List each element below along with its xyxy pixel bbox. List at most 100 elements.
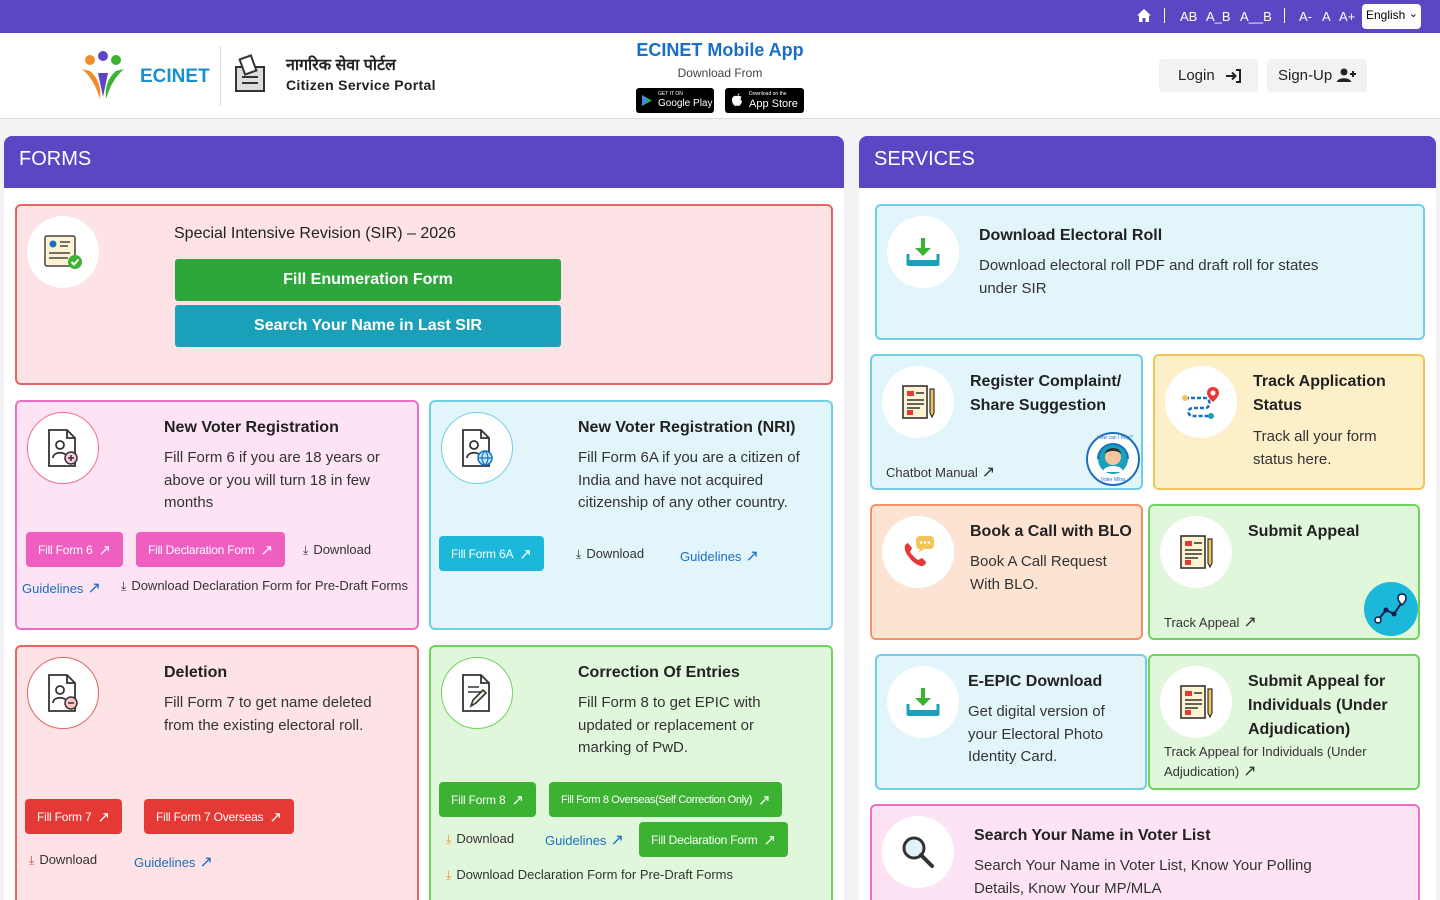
- search-voter-list-card[interactable]: Search Your Name in Voter List Search Yo…: [870, 804, 1420, 900]
- fill-form-7-overseas-button[interactable]: Fill Form 7 Overseas ↗: [144, 799, 294, 834]
- app-store-badge[interactable]: Download on the App Store: [725, 88, 804, 113]
- login-label: Login: [1178, 67, 1215, 84]
- voter-mitra-badge-top: How can I help?: [1097, 435, 1133, 441]
- arrow-up-right-icon: ↗: [199, 854, 213, 871]
- language-select[interactable]: English ⌄: [1362, 4, 1421, 29]
- download-icon: ⤓: [446, 832, 452, 846]
- new-voter-title: New Voter Registration: [164, 419, 339, 436]
- login-button[interactable]: Login: [1159, 59, 1258, 92]
- guidelines-form-8-link[interactable]: Guidelines ↗: [545, 830, 624, 850]
- fill-form-8-overseas-label: Fill Form 8 Overseas(Self Correction Onl…: [561, 793, 753, 806]
- separator: [1164, 8, 1165, 23]
- download-declaration-label: Download Declaration Form for Pre-Draft …: [456, 867, 734, 882]
- mobile-app-title: ECINET Mobile App: [636, 40, 804, 60]
- track-application-card[interactable]: Track Application Status Track all your …: [1153, 354, 1425, 490]
- complaint-title: Register Complaint/ Share Suggestion: [970, 373, 1122, 414]
- fill-form-6-button[interactable]: Fill Form 6 ↗: [26, 532, 123, 567]
- google-play-small-text: GET IT ON: [658, 91, 683, 97]
- arrow-up-right-icon: ↗: [269, 808, 282, 826]
- nri-description: Fill Form 6A if you are a citizen of Ind…: [578, 449, 800, 511]
- nri-icon-circle: [441, 412, 513, 484]
- chatbot-manual-label: Chatbot Manual: [886, 465, 978, 480]
- download-form-6a-link[interactable]: ⤓ Download: [576, 546, 644, 562]
- phone-chat-icon: [904, 536, 934, 566]
- search-name-sir-button[interactable]: Search Your Name in Last SIR: [175, 305, 561, 347]
- guidelines-label: Guidelines: [134, 855, 196, 870]
- home-icon[interactable]: [1136, 8, 1152, 26]
- deletion-description: Fill Form 7 to get name deleted from the…: [164, 694, 372, 734]
- google-play-badge[interactable]: GET IT ON Google Play: [636, 88, 714, 113]
- appeal-individuals-title: Submit Appeal for Individuals (Under Adj…: [1248, 673, 1388, 738]
- fill-form-6a-button[interactable]: Fill Form 6A ↗: [439, 536, 544, 571]
- app-store-small-text: Download on the: [749, 91, 787, 97]
- guidelines-form-7-link[interactable]: Guidelines ↗: [134, 852, 213, 872]
- download-electoral-roll-card[interactable]: Download Electoral Roll Download elector…: [875, 204, 1425, 340]
- font-a-b-button[interactable]: A_B: [1206, 9, 1231, 24]
- book-call-blo-card[interactable]: Book a Call with BLO Book A Call Request…: [870, 504, 1143, 640]
- track-description: Track all your form status here.: [1253, 428, 1377, 468]
- arrow-up-right-icon: ↗: [610, 832, 624, 849]
- new-voter-icon-circle: [27, 412, 99, 484]
- electoral-roll-title: Download Electoral Roll: [979, 227, 1163, 244]
- fill-form-8-button[interactable]: Fill Form 8 ↗: [439, 782, 536, 817]
- fill-form-8-label: Fill Form 8: [451, 792, 506, 807]
- fill-form-7-button[interactable]: Fill Form 7 ↗: [25, 799, 122, 834]
- voter-card-check-icon: [44, 235, 82, 269]
- track-appeal-link[interactable]: Track Appeal ↗: [1164, 612, 1257, 632]
- fill-declaration-form-label: Fill Declaration Form: [651, 832, 758, 847]
- track-appeal-individuals-link[interactable]: Track Appeal for Individuals (Under Adju…: [1164, 742, 1384, 782]
- download-declaration-label: Download Declaration Form for Pre-Draft …: [131, 578, 409, 593]
- arrow-up-right-icon: ↗: [1243, 763, 1257, 780]
- font-decrease-button[interactable]: A-: [1299, 9, 1312, 24]
- correction-card: Correction Of Entries Fill Form 8 to get…: [429, 645, 833, 900]
- download-tray-icon: [906, 238, 940, 266]
- fill-form-7-overseas-label: Fill Form 7 Overseas: [156, 809, 264, 824]
- guidelines-form-6a-link[interactable]: Guidelines ↗: [680, 546, 759, 566]
- fill-enumeration-form-button[interactable]: Fill Enumeration Form: [175, 259, 561, 301]
- submit-appeal-individuals-card[interactable]: Submit Appeal for Individuals (Under Adj…: [1148, 654, 1420, 790]
- submit-appeal-card[interactable]: Submit Appeal Track Appeal ↗: [1148, 504, 1420, 640]
- appeal-icon-circle: [1160, 516, 1232, 588]
- signup-button[interactable]: Sign-Up: [1267, 59, 1367, 92]
- font-normal-button[interactable]: A: [1322, 9, 1331, 24]
- fill-form-8-overseas-button[interactable]: Fill Form 8 Overseas(Self Correction Onl…: [549, 782, 783, 817]
- nri-voter-card: New Voter Registration (NRI) Fill Form 6…: [429, 400, 833, 630]
- download-form-6-link[interactable]: ⤓ Download: [303, 542, 371, 558]
- chatbot-manual-link[interactable]: Chatbot Manual ↗: [886, 462, 995, 482]
- download-tray-icon: [906, 688, 940, 716]
- signup-label: Sign-Up: [1278, 67, 1333, 84]
- portal-title-english: Citizen Service Portal: [286, 77, 436, 93]
- e-epic-download-card[interactable]: E-EPIC Download Get digital version of y…: [875, 654, 1147, 790]
- font-increase-button[interactable]: A+: [1339, 9, 1355, 24]
- fill-declaration-form-button[interactable]: Fill Declaration Form ↗: [136, 532, 285, 567]
- arrow-up-right-icon: ↗: [763, 831, 777, 849]
- search-description: Search Your Name in Voter List, Know You…: [974, 857, 1312, 897]
- voter-mitra-badge[interactable]: How can I help? Voter Mitra: [1086, 432, 1140, 486]
- download-form-7-link[interactable]: ⤓ Download: [29, 852, 97, 868]
- register-complaint-card[interactable]: Register Complaint/ Share Suggestion Cha…: [870, 354, 1143, 490]
- guidelines-form-6-link[interactable]: Guidelines ↗: [22, 578, 101, 598]
- download-declaration-form-8-link[interactable]: ⤓ Download Declaration Form for Pre-Draft…: [446, 867, 733, 883]
- login-icon: [1226, 69, 1241, 83]
- arrow-up-right-icon: ↗: [87, 580, 101, 597]
- download-label: Download: [313, 542, 372, 557]
- track-route-button[interactable]: [1364, 582, 1418, 636]
- services-panel: SERVICES Download Electoral Roll Downloa…: [859, 136, 1436, 900]
- download-declaration-form-link[interactable]: ⤓ Download Declaration Form for Pre-Draft…: [121, 578, 408, 594]
- route-pin-icon: [1182, 387, 1219, 419]
- fill-form-6a-label: Fill Form 6A: [451, 546, 514, 561]
- e-epic-title: E-EPIC Download: [968, 673, 1103, 690]
- font-a--b-button[interactable]: A__B: [1240, 9, 1272, 24]
- font-ab-button[interactable]: AB: [1180, 9, 1197, 24]
- download-label: Download: [39, 852, 98, 867]
- track-appeal-individuals-label: Track Appeal for Individuals (Under Adju…: [1164, 744, 1367, 779]
- route-icon: [1374, 593, 1407, 624]
- site-header: ECINET नागरिक सेवा पोर्टल Citizen Servic…: [0, 33, 1440, 119]
- download-form-8-link[interactable]: ⤓ Download: [446, 831, 514, 847]
- new-voter-card: New Voter Registration Fill Form 6 if yo…: [15, 400, 419, 630]
- portal-title-hindi: नागरिक सेवा पोर्टल: [286, 57, 396, 74]
- search-icon: [902, 836, 934, 868]
- fill-declaration-form-8-button[interactable]: Fill Declaration Form ↗: [639, 822, 788, 857]
- sir-title: Special Intensive Revision (SIR) – 2026: [174, 225, 456, 242]
- ecinet-logo[interactable]: ECINET: [76, 51, 216, 103]
